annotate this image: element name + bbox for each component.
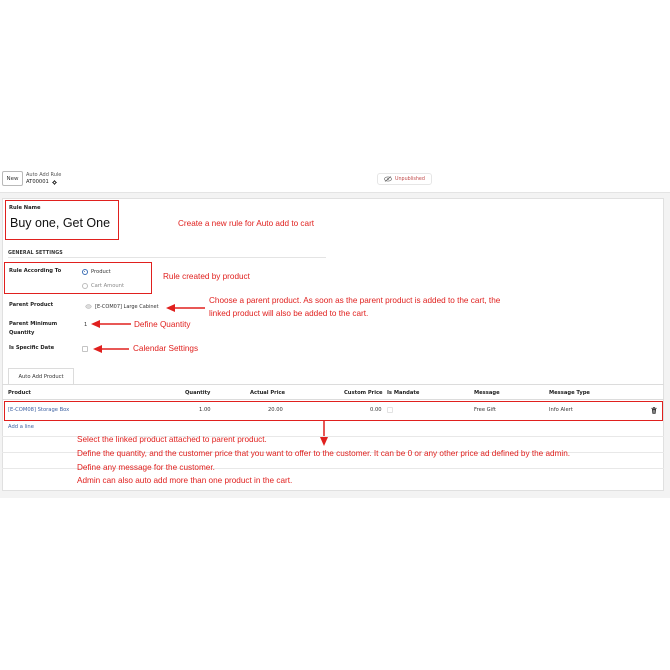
annotation-bottom-line4: Admin can also auto add more than one pr… [77,476,293,485]
specific-date-checkbox[interactable] [82,346,88,352]
annotation-define-quantity: Define Quantity [134,320,191,329]
annotation-bottom-line1: Select the linked product attached to pa… [77,435,267,444]
rule-name-label: Rule Name [9,205,41,211]
radio-product[interactable] [82,269,88,275]
annotation-bottom-line3: Define any message for the customer. [77,463,215,472]
control-panel: New Auto Add Rule AT00001 Unpublished [0,165,670,193]
publish-status-button[interactable]: Unpublished [377,173,432,185]
col-header-message[interactable]: Message [474,390,500,396]
rule-name-input[interactable]: Buy one, Get One [10,216,110,230]
record-name: AT00001 [26,179,49,185]
cell-message-type[interactable]: Info Alert [549,407,573,413]
parent-min-qty-label-1: Parent Minimum [9,321,58,327]
breadcrumb-current: AT00001 [26,179,57,185]
annotation-parent-product-line2: linked product will also be added to the… [209,309,369,318]
gear-icon[interactable] [51,179,57,185]
section-title: GENERAL SETTINGS [8,251,63,256]
arrow-parent-product [166,304,205,312]
arrow-define-quantity [91,320,131,328]
cube-icon [85,304,92,309]
col-header-custom-price[interactable]: Custom Price [344,390,383,396]
cell-quantity[interactable]: 1.00 [199,407,211,413]
section-divider [8,257,326,258]
highlight-rule-according [4,262,152,294]
trash-icon[interactable] [651,407,657,414]
parent-product-value[interactable]: [E-COM07] Large Cabinet [95,304,159,310]
new-button[interactable]: New [2,171,23,186]
col-header-product[interactable]: Product [8,390,31,396]
annotation-create-rule: Create a new rule for Auto add to cart [178,219,315,228]
arrow-calendar [93,345,129,353]
col-header-quantity[interactable]: Quantity [185,390,210,396]
status-label: Unpublished [395,176,425,182]
add-line-link[interactable]: Add a line [8,424,34,430]
cell-is-mandate-checkbox[interactable] [387,407,393,413]
annotation-parent-product-line1: Choose a parent product. As soon as the … [209,296,501,305]
parent-min-qty-input[interactable]: 1 [84,322,87,328]
cell-custom-price[interactable]: 0.00 [370,407,382,413]
cell-message[interactable]: Free Gift [474,407,496,413]
annotation-rule-by-product: Rule created by product [163,272,250,281]
specific-date-label: Is Specific Date [9,345,55,351]
col-header-is-mandate[interactable]: Is Mandate [387,390,419,396]
breadcrumb-parent[interactable]: Auto Add Rule [26,172,61,178]
radio-cart-amount[interactable] [82,283,88,289]
header-divider [2,399,664,400]
parent-min-qty-label-2: Quantity [9,330,35,336]
tab-auto-add-product[interactable]: Auto Add Product [8,368,74,384]
eye-slash-icon [384,176,392,182]
annotation-calendar: Calendar Settings [133,344,199,353]
col-header-actual-price[interactable]: Actual Price [250,390,285,396]
tab-divider [2,384,664,385]
arrow-down-table [320,420,328,446]
annotation-bottom-line2: Define the quantity, and the customer pr… [77,449,571,458]
cell-actual-price[interactable]: 20.00 [268,407,283,413]
rule-according-label: Rule According To [9,268,62,274]
radio-cart-amount-label[interactable]: Cart Amount [91,283,124,289]
col-header-message-type[interactable]: Message Type [549,390,590,396]
cell-product[interactable]: [E-COM08] Storage Box [8,407,69,413]
radio-product-label[interactable]: Product [91,269,111,275]
parent-product-label: Parent Product [9,302,54,308]
